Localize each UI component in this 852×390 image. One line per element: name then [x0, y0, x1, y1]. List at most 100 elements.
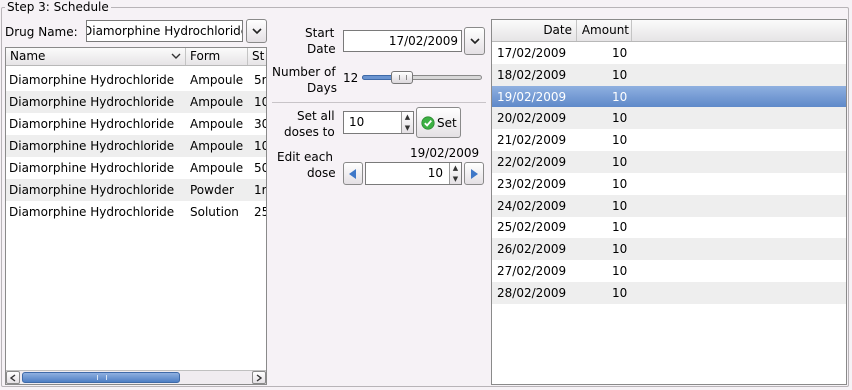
dose-date-cell: 22/02/2009: [497, 155, 567, 169]
table-row[interactable]: Diamorphine Hydrochloride Ampoule 50: [6, 157, 266, 179]
column-header-strength[interactable]: St: [248, 48, 266, 65]
set-button-label: Set: [437, 115, 457, 130]
column-header-form[interactable]: Form: [186, 48, 248, 65]
dose-amount-cell: 10: [612, 46, 628, 60]
dose-date-cell: 27/02/2009: [497, 264, 567, 278]
table-row[interactable]: 28/02/2009 10: [492, 281, 846, 304]
set-all-doses-value: 10: [349, 115, 365, 129]
set-all-doses-spinbox[interactable]: 10 ▲ ▼: [343, 111, 414, 134]
slider-handle[interactable]: [391, 71, 413, 84]
triangle-left-icon: [349, 168, 356, 179]
dose-amount-cell: 10: [612, 89, 628, 104]
table-row[interactable]: 25/02/2009 10: [492, 216, 846, 238]
drug-name-cell: Diamorphine Hydrochloride: [9, 161, 175, 175]
spin-down-icon[interactable]: ▼: [450, 174, 461, 185]
table-row[interactable]: Diamorphine Hydrochloride Solution 25: [6, 201, 266, 223]
drug-form-cell: Ampoule: [190, 117, 244, 131]
edit-dose-spin-buttons[interactable]: ▲ ▼: [449, 163, 461, 184]
table-row[interactable]: Diamorphine Hydrochloride Powder 1r: [6, 179, 266, 201]
chevron-down-icon: [251, 28, 262, 35]
dose-amount-cell: 10: [612, 198, 628, 213]
triangle-right-icon: [471, 168, 478, 179]
table-row[interactable]: 27/02/2009 10: [492, 260, 846, 282]
drug-strength-cell: 5r: [254, 73, 267, 87]
table-row[interactable]: Diamorphine Hydrochloride Ampoule 10: [6, 135, 266, 157]
chevron-right-icon: [256, 373, 262, 382]
drug-table-header: Name Form St: [6, 48, 266, 66]
table-row[interactable]: Diamorphine Hydrochloride Ampoule 30: [6, 113, 266, 135]
drug-strength-cell: 50: [254, 161, 266, 175]
dose-amount-cell: 10: [612, 242, 628, 257]
column-header-amount[interactable]: Amount: [577, 20, 632, 41]
table-row[interactable]: 26/02/2009 10: [492, 238, 846, 261]
drug-form-cell: Powder: [190, 183, 234, 197]
set-button[interactable]: Set: [416, 107, 461, 138]
table-row-selected[interactable]: 19/02/2009 10: [492, 85, 846, 108]
drug-form-cell: Ampoule: [190, 139, 244, 153]
edit-each-label-line1: Edit each: [277, 150, 333, 164]
check-circle-icon: [421, 115, 435, 130]
table-row[interactable]: 24/02/2009 10: [492, 194, 846, 217]
table-row[interactable]: 20/02/2009 10: [492, 107, 846, 130]
drug-name-cell: Diamorphine Hydrochloride: [9, 183, 175, 197]
column-header-date[interactable]: Date: [492, 20, 577, 41]
set-all-label-line2: doses to: [284, 125, 335, 139]
edit-dose-date: 19/02/2009: [410, 146, 480, 160]
drug-strength-cell: 1r: [254, 183, 267, 197]
drug-name-label: Drug Name:: [5, 25, 78, 39]
table-row[interactable]: 21/02/2009 10: [492, 129, 846, 151]
scroll-thumb[interactable]: [22, 372, 180, 383]
table-row[interactable]: 23/02/2009 10: [492, 173, 846, 195]
column-header-name[interactable]: Name: [6, 48, 186, 65]
table-row[interactable]: 22/02/2009 10: [492, 151, 846, 173]
dose-amount-cell: 10: [612, 133, 628, 148]
dose-amount-cell: 10: [612, 67, 628, 82]
scroll-left-button[interactable]: [6, 371, 20, 384]
number-of-days-slider[interactable]: [362, 71, 482, 85]
scroll-right-button[interactable]: [252, 371, 266, 384]
table-row[interactable]: Diamorphine Hydrochloride Ampoule 10: [6, 91, 266, 113]
table-row[interactable]: 18/02/2009 10: [492, 63, 846, 86]
table-row[interactable]: Diamorphine Hydrochloride Ampoule 5r: [6, 69, 266, 91]
start-date-label-line1: Start: [305, 26, 335, 40]
table-row[interactable]: 17/02/2009 10: [492, 42, 846, 64]
drug-name-cell: Diamorphine Hydrochloride: [9, 73, 175, 87]
edit-dose-value: 10: [427, 166, 443, 180]
drug-name-cell: Diamorphine Hydrochloride: [9, 117, 175, 131]
dose-date-cell: 17/02/2009: [497, 46, 567, 60]
drug-name-cell: Diamorphine Hydrochloride: [9, 139, 175, 153]
chevron-left-icon: [10, 373, 16, 382]
start-date-dropdown-button[interactable]: [464, 27, 485, 55]
drug-form-cell: Solution: [190, 205, 239, 219]
dose-table[interactable]: Date Amount 17/02/2009 10 18/02/2009 10 19/0…: [491, 19, 847, 385]
drug-strength-cell: 10: [254, 95, 266, 109]
drug-strength-cell: 30: [254, 117, 266, 131]
dose-date-cell: 20/02/2009: [497, 111, 567, 126]
drug-name-combo[interactable]: Diamorphine Hydrochloride: [86, 20, 243, 42]
dose-amount-cell: 10: [612, 220, 628, 235]
dose-date-cell: 24/02/2009: [497, 198, 567, 213]
drug-form-cell: Ampoule: [190, 161, 244, 175]
start-date-label-line2: Date: [307, 42, 336, 56]
set-all-spin-buttons[interactable]: ▲ ▼: [401, 112, 413, 133]
drug-name-dropdown-button[interactable]: [246, 19, 267, 43]
drug-name-cell: Diamorphine Hydrochloride: [9, 95, 175, 109]
spin-down-icon[interactable]: ▼: [402, 123, 413, 134]
horizontal-scrollbar[interactable]: [6, 370, 266, 384]
spin-up-icon[interactable]: ▲: [450, 163, 461, 174]
drug-form-cell: Ampoule: [190, 95, 244, 109]
dose-date-cell: 23/02/2009: [497, 176, 567, 191]
start-date-field[interactable]: 17/02/2009: [343, 30, 462, 52]
drug-name-value: Diamorphine Hydrochloride: [86, 24, 243, 38]
drug-table[interactable]: Name Form St Diamorphine Hydrochloride Am…: [5, 47, 267, 385]
number-of-days-value: 12: [343, 71, 359, 85]
dose-amount-cell: 10: [612, 155, 628, 169]
dose-table-header: Date Amount: [492, 20, 846, 42]
edit-dose-spinbox[interactable]: 10 ▲ ▼: [365, 162, 462, 185]
next-dose-button[interactable]: [464, 162, 484, 185]
spin-up-icon[interactable]: ▲: [402, 112, 413, 123]
previous-dose-button[interactable]: [343, 162, 363, 185]
dose-date-cell: 26/02/2009: [497, 242, 567, 257]
dose-amount-cell: 10: [612, 176, 628, 191]
drug-strength-cell: 10: [254, 139, 266, 153]
